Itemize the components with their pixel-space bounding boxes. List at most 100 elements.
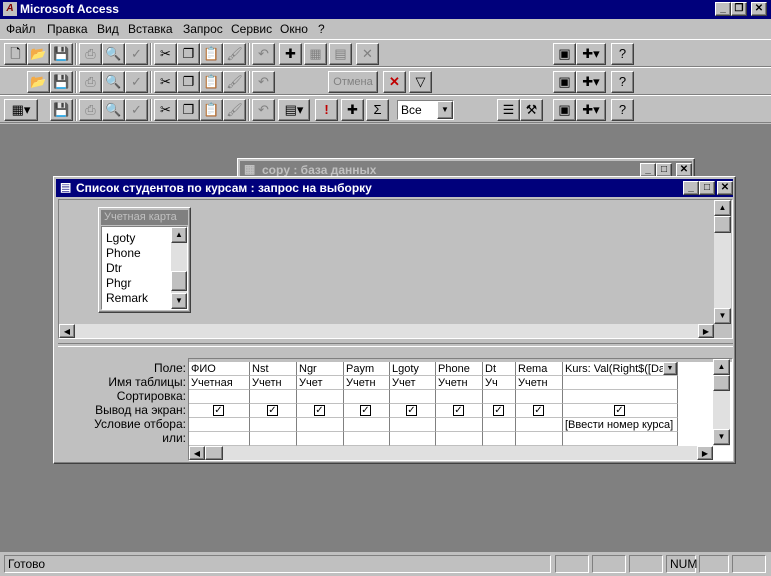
database-window-icon[interactable]: ▣	[553, 43, 576, 65]
large-icons-icon[interactable]: ▦	[304, 43, 327, 65]
new-icon[interactable]: 🗋	[4, 43, 27, 65]
chevron-down-icon[interactable]: ▼	[663, 362, 677, 375]
show-checkbox[interactable]: ✓	[406, 405, 417, 416]
show-cell[interactable]: ✓	[344, 404, 390, 418]
scroll-up-icon[interactable]: ▲	[713, 359, 730, 375]
qbe-column[interactable]: Ngr Учет ✓	[297, 362, 344, 446]
list-item[interactable]: Remark	[106, 291, 148, 306]
show-cell[interactable]: ✓	[563, 404, 678, 418]
show-cell[interactable]: ✓	[250, 404, 297, 418]
help-icon[interactable]: ?	[611, 43, 634, 65]
show-cell[interactable]: ✓	[189, 404, 250, 418]
close-icon[interactable]: ✕	[383, 71, 406, 93]
sort-cell[interactable]	[297, 390, 344, 404]
list-item[interactable]: Phone	[106, 246, 148, 261]
new-object-dropdown-icon[interactable]: ✚▾	[576, 43, 606, 65]
criteria-cell[interactable]	[516, 418, 563, 432]
save-icon[interactable]: 💾	[50, 99, 73, 121]
spell-icon[interactable]: ✓	[125, 71, 148, 93]
table-pane-vscroll[interactable]: ▲ ▼	[714, 200, 731, 324]
show-checkbox[interactable]: ✓	[360, 405, 371, 416]
show-checkbox[interactable]: ✓	[314, 405, 325, 416]
cancel-button[interactable]: Отмена	[328, 71, 378, 93]
show-cell[interactable]: ✓	[297, 404, 344, 418]
list-item[interactable]: Phgr	[106, 276, 148, 291]
cut-icon[interactable]: ✂	[154, 71, 177, 93]
qbe-grid[interactable]: ФИО Учетная ✓ Nst Учетн ✓ Ngr Учет ✓ Paym Учетн ✓ Lg…	[188, 358, 733, 461]
or-cell[interactable]	[516, 432, 563, 446]
table-cell[interactable]: Учет	[297, 376, 344, 390]
sort-cell[interactable]	[563, 390, 678, 404]
run-icon[interactable]: !	[315, 99, 338, 121]
new-object-icon[interactable]: ✚	[279, 43, 302, 65]
qbe-column[interactable]: Phone Учетн ✓	[436, 362, 483, 446]
or-cell[interactable]	[297, 432, 344, 446]
show-table-icon[interactable]: ✚	[341, 99, 364, 121]
query-type-dropdown-icon[interactable]: ▤▾	[278, 99, 310, 121]
close-button[interactable]: ✕	[676, 163, 692, 177]
restore-button[interactable]: ❐	[731, 2, 747, 16]
qbe-column[interactable]: ФИО Учетная ✓	[189, 362, 250, 446]
print-icon[interactable]: ⎙	[79, 99, 102, 121]
format-painter-icon[interactable]: 🖌	[223, 99, 246, 121]
qbe-column[interactable]: Lgoty Учет ✓	[390, 362, 436, 446]
print-icon[interactable]: ⎙	[79, 71, 102, 93]
scroll-right-icon[interactable]: ▶	[697, 446, 713, 460]
or-cell[interactable]	[563, 432, 678, 446]
sigma-icon[interactable]: Σ	[366, 99, 389, 121]
show-cell[interactable]: ✓	[516, 404, 563, 418]
chevron-down-icon[interactable]: ▼	[437, 101, 453, 119]
view-dropdown-icon[interactable]: ▦▾	[4, 99, 38, 121]
scroll-up-icon[interactable]: ▲	[171, 227, 187, 243]
field-cell[interactable]: Nst	[250, 362, 297, 376]
new-object-dropdown-icon[interactable]: ✚▾	[576, 71, 606, 93]
paste-icon[interactable]: 📋	[200, 43, 223, 65]
scroll-right-icon[interactable]: ▶	[698, 324, 714, 338]
menu-window[interactable]: Окно	[280, 22, 308, 36]
or-cell[interactable]	[483, 432, 516, 446]
sort-cell[interactable]	[516, 390, 563, 404]
save-icon[interactable]: 💾	[50, 71, 73, 93]
grid-vscroll[interactable]: ▲ ▼	[713, 359, 730, 446]
scroll-down-icon[interactable]: ▼	[714, 308, 731, 324]
show-checkbox[interactable]: ✓	[213, 405, 224, 416]
field-cell[interactable]: Kurs: Val(Right$([Da	[563, 362, 678, 376]
field-cell[interactable]: Phone	[436, 362, 483, 376]
minimize-button[interactable]: _	[715, 2, 731, 16]
scroll-thumb[interactable]	[171, 271, 187, 291]
build-icon[interactable]: ⚒	[520, 99, 543, 121]
pane-splitter[interactable]	[58, 343, 733, 347]
preview-icon[interactable]: 🔍	[102, 43, 125, 65]
sort-cell[interactable]	[483, 390, 516, 404]
criteria-cell[interactable]	[297, 418, 344, 432]
menu-tools[interactable]: Сервис	[231, 22, 272, 36]
scroll-left-icon[interactable]: ◀	[189, 446, 205, 460]
or-cell[interactable]	[436, 432, 483, 446]
undo-icon[interactable]: ↶	[252, 43, 275, 65]
cut-icon[interactable]: ✂	[154, 99, 177, 121]
sort-cell[interactable]	[344, 390, 390, 404]
menu-edit[interactable]: Правка	[47, 22, 88, 36]
menu-help[interactable]: ?	[318, 22, 325, 36]
or-cell[interactable]	[250, 432, 297, 446]
scroll-thumb[interactable]	[205, 446, 223, 460]
paste-icon[interactable]: 📋	[200, 99, 223, 121]
show-checkbox[interactable]: ✓	[533, 405, 544, 416]
help-icon[interactable]: ?	[611, 71, 634, 93]
qbe-column[interactable]: Paym Учетн ✓	[344, 362, 390, 446]
field-cell[interactable]: Dt	[483, 362, 516, 376]
new-object-dropdown-icon[interactable]: ✚▾	[576, 99, 606, 121]
maximize-button[interactable]: □	[656, 163, 672, 177]
criteria-cell[interactable]	[344, 418, 390, 432]
properties-icon[interactable]: ☰	[497, 99, 520, 121]
scroll-down-icon[interactable]: ▼	[171, 293, 187, 309]
table-cell[interactable]: Учетн	[250, 376, 297, 390]
show-cell[interactable]: ✓	[390, 404, 436, 418]
field-cell[interactable]: ФИО	[189, 362, 250, 376]
grid-hscroll[interactable]: ◀ ▶	[189, 446, 713, 460]
sort-cell[interactable]	[189, 390, 250, 404]
sort-cell[interactable]	[390, 390, 436, 404]
save-icon[interactable]: 💾	[50, 43, 73, 65]
criteria-cell[interactable]	[189, 418, 250, 432]
table-cell[interactable]: Учетн	[436, 376, 483, 390]
